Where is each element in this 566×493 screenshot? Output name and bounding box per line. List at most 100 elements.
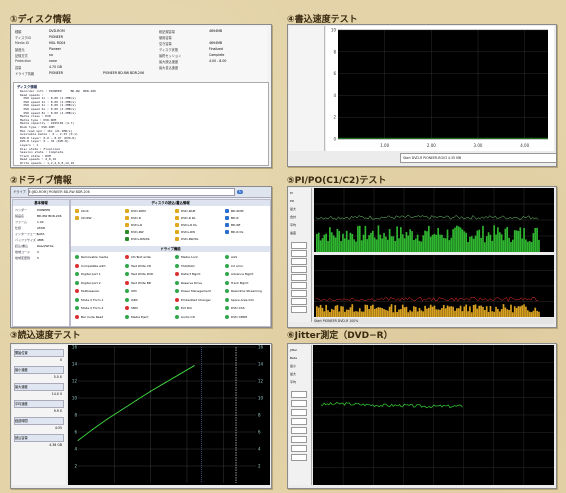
error-bar [381, 238, 384, 252]
drive-field-label: 地域変更残 [15, 256, 31, 260]
feature-status-icon [175, 263, 179, 268]
feature-item: Test Write BD [125, 280, 151, 285]
disk-field-label: 種類 [15, 30, 22, 34]
media-support-icon [175, 216, 179, 220]
feature-item: DVD CPRM [225, 314, 247, 319]
disk-field-value: DVD-ROM [49, 29, 65, 33]
error-bar [448, 306, 451, 317]
error-bar [508, 309, 510, 317]
media-support-icon [175, 237, 179, 241]
media-label: DVD+R [131, 223, 143, 227]
feature-label: Audio CD [181, 314, 195, 319]
feature-item: Power Management [175, 289, 211, 293]
drive-field-value: SATA [37, 232, 45, 236]
error-bar [334, 237, 337, 252]
error-bar [321, 238, 324, 252]
error-bar [317, 232, 320, 252]
error-bar [353, 311, 356, 317]
media-item: DVD-ROM [125, 209, 146, 213]
feature-status-icon [125, 255, 129, 259]
feature-status-icon [125, 280, 129, 285]
feature-status-icon [125, 314, 129, 319]
error-bar [377, 225, 380, 252]
read-field-value: 14.0 X [51, 392, 62, 396]
error-bar [444, 238, 447, 252]
error-bar [489, 234, 492, 252]
pipo-side-field [291, 250, 307, 257]
feature-status-icon [125, 306, 129, 310]
error-bar [334, 305, 337, 317]
error-bar [456, 225, 458, 252]
x-tick-label: 4.00 [520, 143, 529, 148]
jitter-side-field [291, 391, 307, 398]
feature-item: Reserve Drive [175, 280, 202, 285]
panel-title: ⑥Jitter測定（DVD−R） [287, 331, 393, 341]
disk-field-label: 容量 [15, 66, 22, 70]
read-field-value: 4:35 [54, 426, 62, 430]
feature-item: Digital port 1 [75, 272, 101, 276]
drive-basic-info: 基本情報 ベンダー PIONEER 製品名 BD-RW BDR-206 ファーム 1.02 仕… [12, 199, 70, 327]
error-bar [347, 239, 350, 252]
error-bar [461, 311, 464, 317]
feature-label: Removable media [81, 255, 109, 259]
feature-item: Test Write DVD [125, 272, 153, 276]
media-item: DVD+RW [175, 230, 195, 234]
write-speed-sidebar [289, 26, 325, 151]
error-bar [364, 225, 367, 252]
refresh-button[interactable]: ↻ [236, 190, 244, 194]
error-bar [362, 234, 365, 252]
read-field-label: 平均速度 [14, 400, 64, 408]
feature-label: TAO/DAO [181, 263, 195, 268]
error-bar [411, 311, 413, 317]
error-bar [478, 229, 481, 252]
drive-field-label: 製品名 [15, 214, 25, 218]
media-label: DVD-RAM [181, 209, 196, 213]
error-bar [528, 311, 531, 317]
jitter-side-field [291, 418, 307, 425]
tree-line: Write speeds : 1,2,4,6,8,12,16 [20, 161, 75, 165]
jitter-side-field [291, 400, 307, 407]
media-item: BD-R [225, 216, 239, 220]
error-bar [456, 308, 458, 317]
panel-title: ⑤PI/PO(C1/C2)テスト [287, 176, 387, 186]
error-bar [463, 231, 466, 252]
media-support-icon [75, 216, 79, 220]
error-bar [485, 306, 488, 317]
error-bar [325, 304, 328, 317]
error-bar [325, 233, 328, 252]
error-bar [362, 311, 365, 317]
error-bar [422, 235, 425, 252]
error-bar [429, 236, 432, 252]
read-speed-point [193, 365, 195, 367]
error-bar [444, 308, 447, 317]
pipo-side-field [291, 282, 307, 289]
error-bar [467, 311, 469, 317]
error-bar [446, 229, 449, 252]
read-speed-point [106, 418, 108, 420]
error-bar [351, 304, 354, 317]
error-bar [418, 240, 421, 252]
jitter-side-label: 平均 [290, 380, 297, 384]
pipo-status-bar: Start PIONEER DVD-R 100% [314, 318, 554, 324]
error-bar [532, 310, 535, 317]
drive-field-value: 2 [37, 250, 39, 254]
drive-select[interactable]: E:[BD-ROM] PIONEER BD-RW BDR-206 [27, 188, 235, 196]
pipo-side-field [291, 306, 307, 313]
error-bar [329, 227, 331, 252]
read-speed-point [150, 390, 152, 392]
error-bar [532, 233, 535, 252]
jitter-side-label: Jitter [290, 348, 298, 352]
error-bar [519, 306, 522, 317]
x-tick-label: 3.00 [474, 143, 483, 148]
error-bar [426, 308, 428, 317]
error-bar [470, 312, 473, 317]
error-bar [534, 228, 537, 252]
disk-field-value: none [49, 59, 57, 63]
pipo-window: PI PO 最大 合計 平均 速度 Start PIONEER DVD-R 100% [287, 186, 557, 328]
feature-item: Multisession [75, 289, 99, 293]
error-bar [452, 306, 454, 317]
error-bar [342, 306, 344, 317]
drive-capabilities: ディスクの読込/書込情報 CD-R DVD-ROM DVD-RAM BD-ROM CD-R… [70, 199, 271, 327]
disk-field-value: Finalized [209, 47, 223, 51]
feature-label: Defect Mgmt [181, 272, 201, 276]
